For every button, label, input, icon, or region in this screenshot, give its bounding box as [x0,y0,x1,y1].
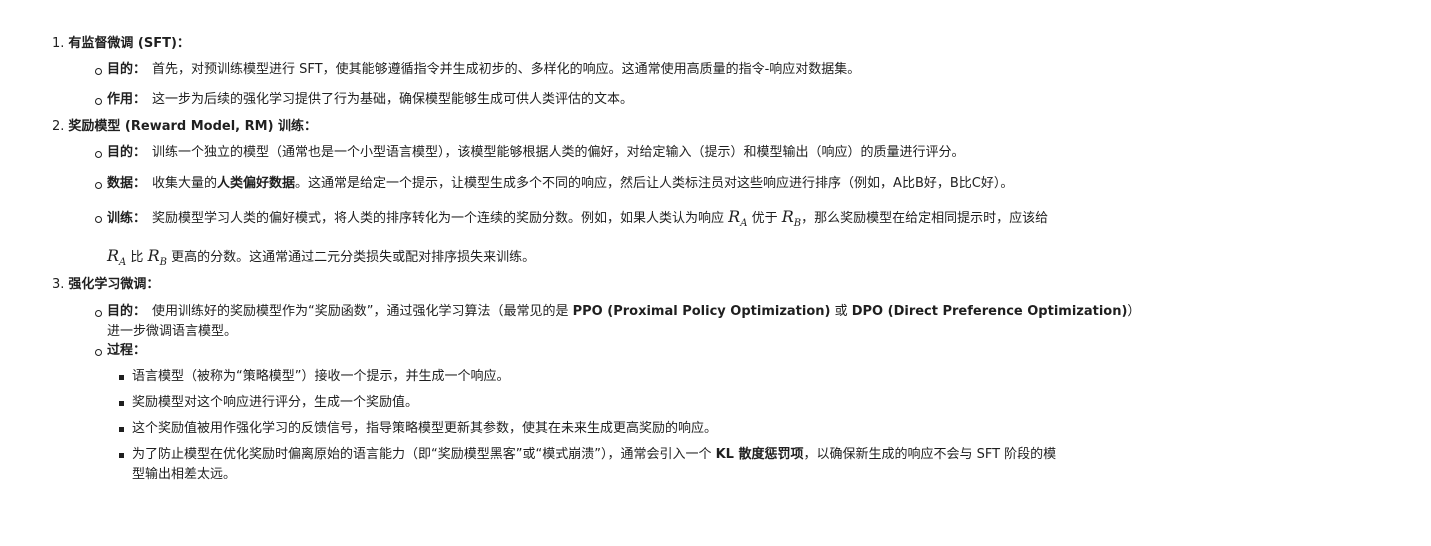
circle-bullet-icon [95,68,102,75]
sub-item-text: 这个奖励值被用作强化学习的反馈信号，指导策略模型更新其参数，使其在未来生成更高奖… [132,421,718,436]
item-label: 目的： [107,304,147,319]
sub-item-text: 为了防止模型在优化奖励时偏离原始的语言能力（即“奖励模型黑客”或“模式崩溃”），… [132,447,716,462]
list-item: 目的： 首先，对预训练模型进行 SFT，使其能够遵循指令并生成初步的、多样化的响应… [107,61,860,79]
math-r-a: RA [107,246,127,269]
sub-item-text: 型输出相差太远。 [132,467,237,482]
item-text: 优于 [751,211,778,226]
sub-item-text: 奖励模型对这个响应进行评分，生成一个奖励值。 [132,395,419,410]
item-text: 。这通常是给定一个提示，让模型生成多个不同的响应，然后让人类标注员对这些响应进行… [295,176,1014,191]
section-title: 强化学习微调： [68,277,160,292]
item-text: 奖励模型学习人类的偏好模式，将人类的排序转化为一个连续的奖励分数。例如，如果人类… [152,211,725,226]
item-text: 这一步为后续的强化学习提供了行为基础，确保模型能够生成可供人类评估的文本。 [152,92,634,107]
sub-list-item: 为了防止模型在优化奖励时偏离原始的语言能力（即“奖励模型黑客”或“模式崩溃”），… [132,446,1056,464]
item-text: 比 [130,250,144,265]
square-bullet-icon [119,427,124,432]
dpo-term: DPO (Direct Preference Optimization) [851,304,1128,319]
square-bullet-icon [119,375,124,380]
item-text: 训练一个独立的模型（通常也是一个小型语言模型），该模型能够根据人类的偏好，对给定… [152,145,965,160]
list-item-continuation: 进一步微调语言模型。 [107,323,237,341]
section-1-heading: 1. 有监督微调 (SFT)： [52,35,190,53]
circle-bullet-icon [95,349,102,356]
item-text: 进一步微调语言模型。 [107,324,238,339]
section-title: 奖励模型 (Reward Model, RM) 训练： [68,119,318,134]
circle-bullet-icon [95,310,102,317]
sub-item-text: ，以确保新生成的响应不会与 SFT 阶段的模 [803,447,1057,462]
item-label: 训练： [107,211,147,226]
section-2-heading: 2. 奖励模型 (Reward Model, RM) 训练： [52,118,317,136]
item-label: 作用： [107,92,147,107]
item-bold-text: 人类偏好数据 [217,176,296,191]
section-number: 2. [52,119,65,134]
kl-term: KL 散度惩罚项 [715,447,804,462]
math-r-b: RB [781,207,802,230]
ppo-term: PPO (Proximal Policy Optimization) [572,304,831,319]
circle-bullet-icon [95,216,102,223]
list-item: 目的： 使用训练好的奖励模型作为“奖励函数”，通过强化学习算法（最常见的是 PPO… [107,303,1140,321]
item-text: 使用训练好的奖励模型作为“奖励函数”，通过强化学习算法（最常见的是 [152,304,573,319]
document: 1. 有监督微调 (SFT)： 目的： 首先，对预训练模型进行 SFT，使其能够遵循… [0,0,1431,482]
list-item-continuation: RA 比 RB 更高的分数。这通常通过二元分类损失或配对排序损失来训练。 [107,247,535,272]
item-text: ） [1127,304,1141,319]
sub-list-item: 这个奖励值被用作强化学习的反馈信号，指导策略模型更新其参数，使其在未来生成更高奖… [132,420,717,438]
sub-list-item: 奖励模型对这个响应进行评分，生成一个奖励值。 [132,394,418,412]
section-3-heading: 3. 强化学习微调： [52,276,159,294]
list-item: 训练： 奖励模型学习人类的偏好模式，将人类的排序转化为一个连续的奖励分数。例如，如… [107,208,1048,233]
list-item: 过程： [107,342,146,360]
list-item: 目的： 训练一个独立的模型（通常也是一个小型语言模型），该模型能够根据人类的偏好，… [107,144,965,162]
item-label: 过程： [107,343,147,358]
sub-item-text: 语言模型（被称为“策略模型”）接收一个提示，并生成一个响应。 [132,369,510,384]
item-text: 首先，对预训练模型进行 SFT，使其能够遵循指令并生成初步的、多样化的响应。这通… [152,62,861,77]
item-label: 目的： [107,145,147,160]
section-number: 1. [52,36,65,51]
section-number: 3. [52,277,65,292]
math-r-b: RB [147,246,167,269]
square-bullet-icon [119,401,124,406]
circle-bullet-icon [95,151,102,158]
sub-list-item: 语言模型（被称为“策略模型”）接收一个提示，并生成一个响应。 [132,368,509,386]
math-r-a: RA [728,207,748,230]
item-text: ，那么奖励模型在给定相同提示时，应该给 [801,211,1049,226]
circle-bullet-icon [95,98,102,105]
item-label: 数据： [107,176,147,191]
section-title: 有监督微调 (SFT)： [68,36,190,51]
square-bullet-icon [119,453,124,458]
item-text: 更高的分数。这通常通过二元分类损失或配对排序损失来训练。 [171,250,536,265]
list-item: 数据： 收集大量的人类偏好数据。这通常是给定一个提示，让模型生成多个不同的响应，然… [107,175,1013,193]
list-item: 作用： 这一步为后续的强化学习提供了行为基础，确保模型能够生成可供人类评估的文本。 [107,91,633,109]
item-text: 或 [830,304,852,319]
item-text: 收集大量的 [152,176,218,191]
circle-bullet-icon [95,182,102,189]
sub-list-item-continuation: 型输出相差太远。 [132,466,236,484]
item-label: 目的： [107,62,147,77]
